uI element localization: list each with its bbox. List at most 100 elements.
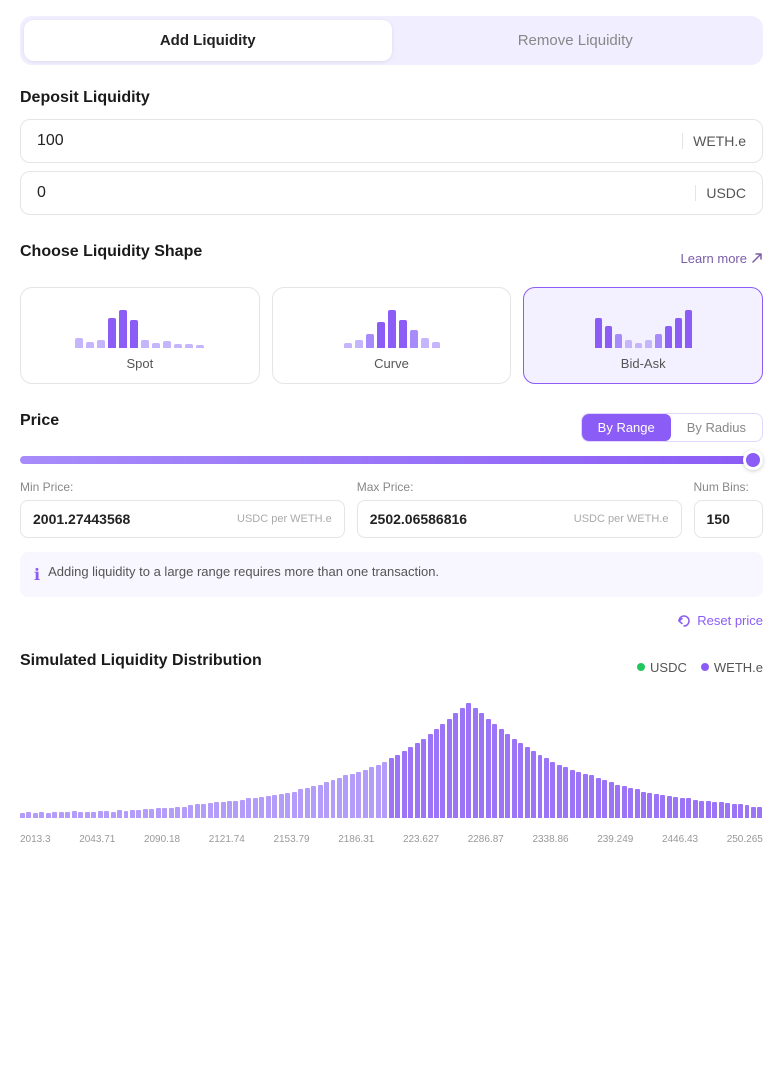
reset-price-button[interactable]: Reset price <box>677 613 763 628</box>
max-price-label: Max Price: <box>357 480 682 494</box>
price-slider-track[interactable] <box>20 456 763 464</box>
chart-bar <box>680 798 685 818</box>
shape-card-bid-ask[interactable]: Bid-Ask <box>523 287 763 384</box>
chart-bar <box>667 796 672 818</box>
chart-bar <box>505 734 510 818</box>
info-notice: ℹ Adding liquidity to a large range requ… <box>20 552 763 597</box>
chart-bar <box>188 805 193 818</box>
chart-bar <box>525 747 530 818</box>
chart-bar <box>550 762 555 818</box>
bid-ask-label: Bid-Ask <box>621 356 666 371</box>
chart-bar <box>59 812 64 818</box>
chart-bar <box>654 794 659 818</box>
max-price-input[interactable]: 2502.06586816 <box>370 511 566 527</box>
chart-bar <box>305 788 310 818</box>
chart-bar <box>65 812 70 818</box>
chart-bar <box>635 789 640 818</box>
chart-bar <box>240 800 245 818</box>
max-price-field: Max Price: 2502.06586816 USDC per WETH.e <box>357 480 682 538</box>
chart-bar <box>376 765 381 818</box>
shape-card-curve[interactable]: Curve <box>272 287 512 384</box>
chart-bar <box>356 772 361 818</box>
chart-bar <box>130 810 135 818</box>
chart-bar <box>641 792 646 818</box>
chart-label: 2186.31 <box>338 834 374 845</box>
price-fields: Min Price: 2001.27443568 USDC per WETH.e… <box>20 480 763 538</box>
chart-label: 2013.3 <box>20 834 51 845</box>
num-bins-input[interactable]: 150 <box>707 511 751 527</box>
deposit-title: Deposit Liquidity <box>20 89 763 107</box>
info-text: Adding liquidity to a large range requir… <box>48 564 439 579</box>
min-price-unit: USDC per WETH.e <box>237 513 332 525</box>
chart-bar <box>602 780 607 818</box>
reset-icon <box>677 614 691 628</box>
legend-label-usdc: USDC <box>650 660 687 675</box>
chart-bar <box>473 708 478 818</box>
chart-bar <box>583 774 588 818</box>
chart-bar <box>589 775 594 818</box>
chart-bar <box>337 778 342 818</box>
chart-bar <box>195 804 200 818</box>
chart-bar <box>434 729 439 818</box>
price-section: Price By Range By Radius Min Price: 2001… <box>20 412 763 628</box>
chart-bar <box>460 708 465 818</box>
dist-header: Simulated Liquidity Distribution USDC WE… <box>20 652 763 682</box>
chart-label: 223.627 <box>403 834 439 845</box>
num-bins-field: Num Bins: 150 <box>694 480 764 538</box>
chart-bar <box>324 782 329 818</box>
shape-cards: Spot Curve <box>20 287 763 384</box>
learn-more-link[interactable]: Learn more <box>681 251 763 266</box>
shape-title: Choose Liquidity Shape <box>20 243 202 261</box>
deposit-input-2[interactable]: 0 <box>37 184 695 202</box>
chart-bar <box>104 811 109 818</box>
chart-bar <box>719 802 724 818</box>
chart-bar <box>52 812 57 818</box>
chart-bar <box>311 786 316 818</box>
chart-bar <box>751 807 756 819</box>
toggle-by-range[interactable]: By Range <box>582 414 671 441</box>
chart-bar <box>453 713 458 818</box>
chart-bar <box>39 812 44 818</box>
chart-bar <box>447 719 452 818</box>
shape-section: Choose Liquidity Shape Learn more <box>20 243 763 384</box>
chart-bar <box>466 703 471 818</box>
chart-bar <box>479 713 484 818</box>
chart-bar <box>609 782 614 818</box>
tab-remove-liquidity[interactable]: Remove Liquidity <box>392 20 760 61</box>
chart-bar <box>136 810 141 818</box>
chart-bar <box>693 800 698 818</box>
chart-bar <box>738 804 743 818</box>
min-price-input[interactable]: 2001.27443568 <box>33 511 229 527</box>
deposit-token-2: USDC <box>695 185 746 201</box>
tab-add-liquidity[interactable]: Add Liquidity <box>24 20 392 61</box>
chart-bar <box>440 724 445 818</box>
chart-bar <box>557 765 562 818</box>
chart-bar <box>162 808 167 818</box>
chart-bar <box>259 797 264 818</box>
curve-label: Curve <box>374 356 409 371</box>
chart-labels: 2013.32043.712090.182121.742153.792186.3… <box>20 834 763 845</box>
num-bins-label: Num Bins: <box>694 480 764 494</box>
chart-bar <box>253 798 258 818</box>
chart-label: 2043.71 <box>79 834 115 845</box>
tab-row: Add Liquidity Remove Liquidity <box>20 16 763 65</box>
chart-label: 2338.86 <box>532 834 568 845</box>
chart-bar <box>628 788 633 818</box>
chart-bar <box>673 797 678 818</box>
chart-bar <box>33 813 38 818</box>
deposit-input-1-row: 100 WETH.e <box>20 119 763 163</box>
price-slider-thumb[interactable] <box>743 450 763 470</box>
price-header: Price By Range By Radius <box>20 412 763 442</box>
max-price-unit: USDC per WETH.e <box>574 513 669 525</box>
chart-bar <box>615 785 620 818</box>
toggle-by-radius[interactable]: By Radius <box>671 414 762 441</box>
chart-bar <box>712 802 717 818</box>
min-price-label: Min Price: <box>20 480 345 494</box>
shape-card-spot[interactable]: Spot <box>20 287 260 384</box>
chart-bar <box>725 803 730 818</box>
deposit-input-1[interactable]: 100 <box>37 132 682 150</box>
price-title: Price <box>20 412 59 430</box>
chart-bar <box>745 805 750 818</box>
chart-bar <box>72 811 77 818</box>
chart-bar <box>596 778 601 818</box>
